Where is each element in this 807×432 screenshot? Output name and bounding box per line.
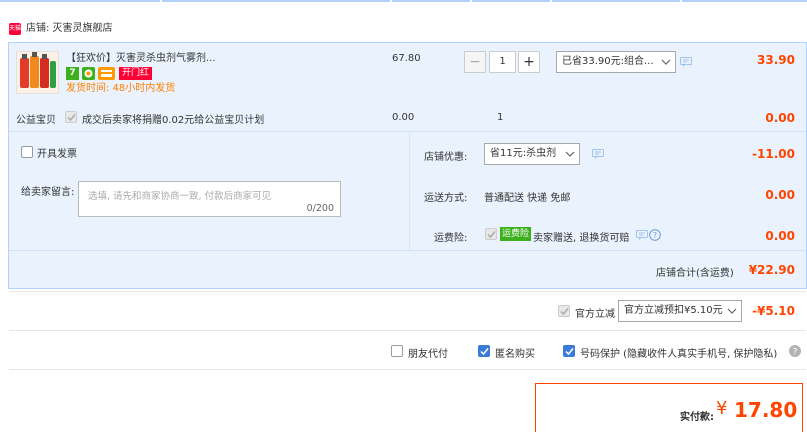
product-image-graphic [17, 52, 58, 93]
chevron-down-icon [565, 151, 575, 157]
store-coupon-value: 省11元:杀虫剂 [490, 148, 557, 159]
shipping-text: 普通配送 快递 免邮 [484, 193, 571, 204]
insurance-checkbox [485, 228, 497, 240]
seller-message-input[interactable]: 选填, 请先和商家协商一致, 付款后商家可见 0/200 [78, 181, 341, 217]
insurance-label: 运费险: [434, 233, 468, 244]
quantity-decrease-button[interactable]: − [464, 51, 486, 73]
invoice-label: 开具发票 [37, 149, 77, 160]
invoice-checkbox[interactable] [21, 146, 33, 158]
seven-day-return-icon[interactable]: 7 [66, 67, 79, 80]
product-image[interactable] [16, 51, 59, 94]
friend-pay-checkbox[interactable] [391, 345, 403, 357]
tmall-icon: 天猫 [9, 23, 21, 35]
pay-label: 实付款: [680, 412, 714, 423]
phone-protect-checkbox[interactable] [563, 345, 575, 357]
shipping-label: 运送方式: [424, 193, 468, 204]
official-top-divider [9, 291, 806, 292]
credit-card-icon[interactable] [98, 67, 115, 80]
pay-amount: 17.80 [734, 398, 798, 422]
item-discount-select[interactable]: 已省33.90元:组合... [556, 51, 676, 73]
quantity-stepper: − 1 + [464, 51, 540, 73]
unit-price: 67.80 [392, 53, 421, 64]
charity-text: 成交后卖家将捐赠0.02元给公益宝贝计划 [82, 115, 265, 126]
item-subtotal: 33.90 [757, 53, 795, 67]
coupon-info-icon[interactable] [592, 149, 604, 159]
charity-label: 公益宝贝 [16, 115, 56, 126]
phone-protect-label: 号码保护 (隐藏收件人真实手机号, 保护隐私) [580, 349, 778, 360]
top-column-lines [0, 0, 807, 2]
official-bottom-divider [9, 330, 806, 331]
options-column-divider [409, 132, 410, 250]
insurance-chat-icon[interactable] [636, 230, 648, 240]
friend-pay-label: 朋友代付 [408, 349, 448, 360]
store-coupon-select[interactable]: 省11元:杀虫剂 [484, 143, 580, 165]
charity-amount: 0.00 [765, 111, 795, 125]
ship-time-text: 发货时间: 48小时内发货 [66, 83, 176, 94]
phone-protect-help-icon[interactable]: ? [789, 345, 801, 357]
item-discount-value: 已省33.90元:组合... [562, 56, 654, 67]
seller-message-placeholder: 选填, 请先和商家协商一致, 付款后商家可见 [88, 191, 272, 202]
insurance-amount: 0.00 [765, 229, 795, 243]
official-discount-label: 官方立减 [575, 309, 615, 320]
insurance-text: 卖家赠送, 退换货可赔 [533, 233, 630, 244]
seller-message-counter: 0/200 [306, 203, 334, 214]
quantity-input[interactable]: 1 [489, 51, 516, 73]
svg-text:?: ? [793, 348, 798, 358]
official-discount-select[interactable]: 官方立减预扣¥5.10元 [618, 300, 742, 322]
official-discount-value: 官方立减预扣¥5.10元 [624, 305, 723, 316]
chevron-down-icon [661, 59, 671, 65]
store-total-amount: ¥22.90 [748, 263, 795, 277]
store-total-divider [9, 250, 806, 251]
shipping-amount: 0.00 [765, 188, 795, 202]
item-divider [9, 131, 806, 132]
quantity-increase-button[interactable]: + [518, 51, 540, 73]
pay-summary-box: 实付款: ¥ 17.80 [535, 383, 803, 432]
charity-qty: 1 [497, 112, 504, 123]
guarantee-icon[interactable] [82, 67, 95, 80]
store-coupon-amount: -11.00 [752, 147, 795, 161]
options-bottom-divider [9, 369, 806, 370]
seller-message-label: 给卖家留言: [21, 187, 75, 198]
product-title-link[interactable]: 【狂欢价】灭害灵杀虫剂气雾剂... [66, 52, 216, 65]
pay-currency: ¥ [716, 398, 728, 419]
shop-name-link[interactable]: 店铺: 灭害灵旗舰店 [26, 22, 113, 36]
charity-checkbox [65, 111, 77, 123]
chevron-down-icon [727, 308, 737, 314]
official-discount-checkbox [558, 305, 570, 317]
svg-text:?: ? [653, 231, 657, 240]
charity-price: 0.00 [392, 112, 415, 123]
insurance-badge: 运费险 [500, 227, 532, 241]
anonymous-checkbox[interactable] [478, 345, 490, 357]
official-discount-amount: -¥5.10 [752, 304, 795, 318]
help-icon[interactable]: ? [649, 229, 661, 241]
store-coupon-label: 店铺优惠: [424, 152, 468, 163]
red-promo-tag: 开门红 [119, 67, 153, 80]
discount-info-icon[interactable] [680, 57, 692, 67]
anonymous-label: 匿名购买 [495, 349, 535, 360]
store-total-label: 店铺合计(含运费) [656, 268, 734, 279]
